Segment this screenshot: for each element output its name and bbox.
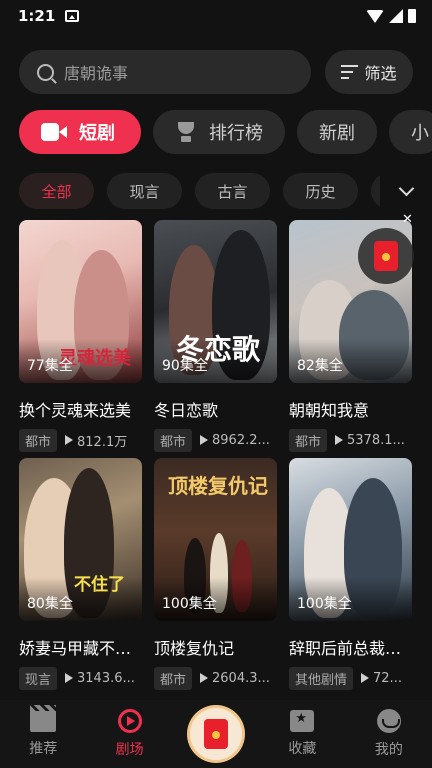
episode-count: 82集全 [297,358,343,374]
view-count: 2604.3... [212,670,270,686]
episode-count: 90集全 [162,358,208,374]
tab-label: 小 [411,123,429,144]
trophy-icon [175,121,197,143]
genre-tag: 现言 [19,666,58,690]
drama-cover: 顶楼复仇记 100集全 [154,458,277,621]
view-count: 3143.6... [77,670,135,686]
search-icon [37,63,54,81]
tab-label: 新剧 [319,123,355,144]
drama-title: 辞职后前总裁对... [289,639,412,658]
drama-card[interactable]: 顶楼复仇记 100集全 顶楼复仇记 都市 2604.3... [154,458,277,690]
drama-card[interactable]: 不住了 80集全 娇妻马甲藏不住... 现言 3143.6... [19,458,142,690]
image-notification-icon [65,10,80,22]
tab-ranking[interactable]: 排行榜 [153,110,285,154]
drama-card[interactable]: 100集全 辞职后前总裁对... 其他剧情 72... [289,458,412,690]
genre-modern-romance[interactable]: 现言 [107,173,182,209]
drama-meta: 其他剧情 72... [289,666,412,690]
tab-label: 短剧 [79,123,115,144]
nav-label: 推荐 [29,741,58,757]
play-icon [361,673,370,683]
clapperboard-icon [30,705,57,732]
nav-favorites[interactable]: 收藏 [259,700,345,768]
red-packet-icon [374,241,398,271]
play-icon [200,435,209,445]
filter-label: 筛选 [364,64,397,83]
nav-label: 我的 [374,742,403,758]
drama-cover: 冬恋歌 90集全 [154,220,277,383]
genre-history[interactable]: 历史 [283,173,358,209]
genre-tag: 都市 [154,666,193,690]
drama-card[interactable]: 冬恋歌 90集全 冬日恋歌 都市 8962.2... [154,220,277,452]
drama-title: 顶楼复仇记 [154,639,235,658]
drama-cover: 灵魂选美 77集全 [19,220,142,383]
nav-label: 剧场 [115,742,144,758]
drama-title: 娇妻马甲藏不住... [19,639,142,658]
genre-tag: 都市 [289,428,328,452]
drama-cover: 不住了 80集全 [19,458,142,621]
status-time: 1:21 [18,7,56,25]
status-icons [366,9,416,23]
wifi-icon [366,9,384,23]
genre-ancient-romance[interactable]: 古言 [195,173,270,209]
profile-face-icon [376,709,401,733]
drama-meta: 都市 812.1万 [19,428,142,452]
floating-red-packet[interactable] [358,228,414,284]
play-icon [200,673,209,683]
nav-red-packet[interactable] [173,700,259,768]
filter-list-icon [341,65,359,79]
tab-label: 排行榜 [209,123,263,144]
drama-title: 冬日恋歌 [154,401,219,420]
red-packet-button[interactable] [190,708,243,760]
search-input[interactable]: 唐朝诡事 [19,50,311,94]
genre-filters: 全部 现言 古言 历史 [19,173,432,209]
search-placeholder: 唐朝诡事 [64,64,129,83]
chevron-down-icon [398,180,414,196]
nav-theater[interactable]: 剧场 [86,700,172,768]
genre-tag: 其他剧情 [289,666,354,690]
drama-title: 换个灵魂来选美 [19,401,132,420]
cover-title-art: 顶楼复仇记 [168,474,268,498]
expand-genres-button[interactable] [380,173,432,209]
drama-meta: 都市 5378.1... [289,428,412,452]
view-count: 72... [373,670,402,686]
tab-new-drama[interactable]: 新剧 [297,110,377,154]
cell-signal-icon [389,9,403,23]
drama-meta: 现言 3143.6... [19,666,142,690]
video-icon [41,123,67,141]
nav-label: 收藏 [288,741,317,757]
episode-count: 77集全 [27,358,73,374]
battery-icon [408,9,416,23]
drama-meta: 都市 8962.2... [154,428,277,452]
filter-button[interactable]: 筛选 [325,50,413,94]
theater-play-icon [117,709,142,733]
genre-tag: 都市 [154,428,193,452]
view-count: 5378.1... [347,432,405,448]
bottom-nav: 推荐 剧场 收藏 我的 [0,700,432,768]
close-icon[interactable]: ✕ [402,212,413,227]
tab-short-drama[interactable]: 短剧 [19,110,141,154]
genre-all[interactable]: 全部 [19,173,94,209]
red-packet-icon [204,719,229,749]
drama-card[interactable]: 灵魂选美 77集全 换个灵魂来选美 都市 812.1万 [19,220,142,452]
genre-tag: 都市 [19,428,58,452]
view-count: 812.1万 [77,434,128,450]
play-icon [65,673,74,683]
favorite-star-icon [290,710,315,732]
episode-count: 100集全 [162,596,217,612]
status-bar: 1:21 [0,0,432,32]
nav-profile[interactable]: 我的 [346,700,432,768]
tab-partial[interactable]: 小 [389,110,432,154]
play-icon [65,435,74,445]
search-row: 唐朝诡事 筛选 [19,50,413,94]
category-tabs: 短剧 排行榜 新剧 小 [19,110,432,154]
drama-title: 朝朝知我意 [289,401,370,420]
play-icon [335,435,344,445]
drama-meta: 都市 2604.3... [154,666,277,690]
view-count: 8962.2... [212,432,270,448]
episode-count: 80集全 [27,596,73,612]
cover-title-art: 不住了 [74,575,125,595]
episode-count: 100集全 [297,596,352,612]
nav-recommend[interactable]: 推荐 [0,700,86,768]
drama-cover: 100集全 [289,458,412,621]
